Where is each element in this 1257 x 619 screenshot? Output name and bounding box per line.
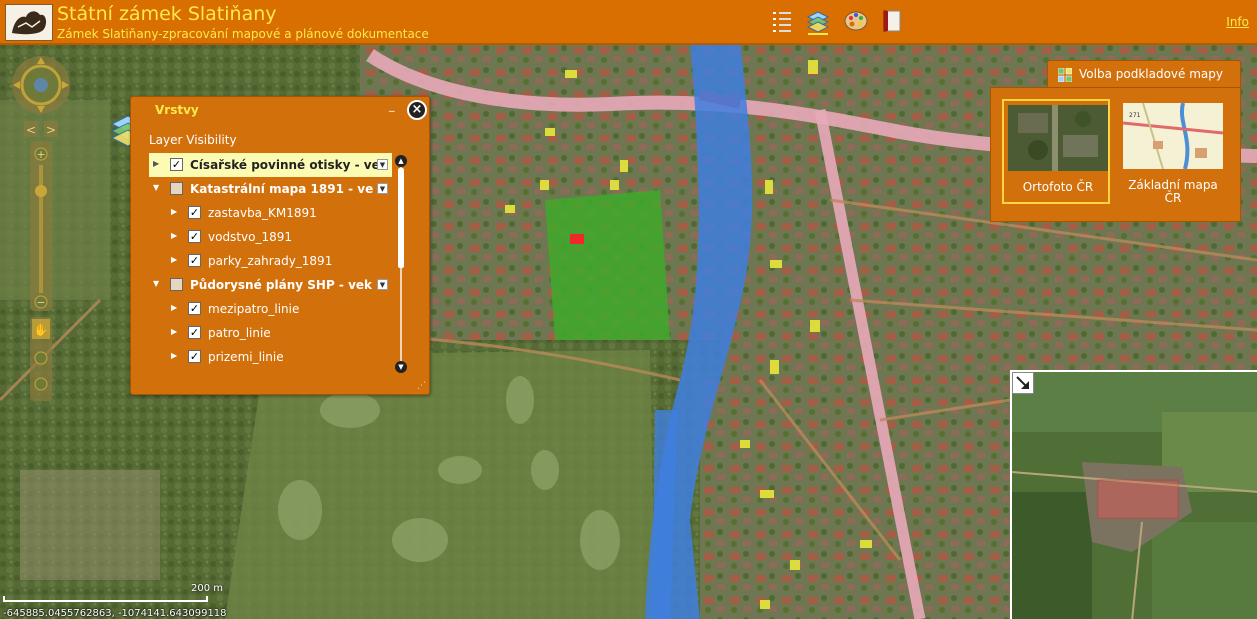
cursor-coordinates: -645885.0455762863, -1074141.643099118 (3, 608, 227, 619)
scroll-thumb[interactable] (398, 168, 404, 268)
layer-row[interactable]: ▶ ✓ zastavba_KM1891 (149, 201, 392, 225)
overview-toggle-icon[interactable] (1012, 372, 1034, 394)
layer-checkbox[interactable]: ✓ (188, 206, 201, 219)
layer-label: mezipatro_linie (208, 302, 300, 316)
layer-options-icon[interactable]: ▼ (377, 183, 388, 194)
expand-arrow-icon[interactable]: ▶ (171, 351, 177, 360)
svg-text:>: > (46, 123, 56, 137)
layer-checkbox[interactable]: ✓ (188, 302, 201, 315)
scale-label: 200 m (191, 583, 224, 594)
expand-arrow-icon[interactable]: ▶ (171, 255, 177, 264)
layers-icon[interactable] (806, 9, 830, 35)
layer-checkbox[interactable] (170, 278, 183, 291)
basemap-panel: Ortofoto ČR 271 Základní mapa ČR (990, 87, 1241, 222)
basemap-option-ortofoto[interactable]: Ortofoto ČR (1002, 99, 1110, 204)
layer-label: vodstvo_1891 (208, 230, 292, 244)
basemap-option-label: Ortofoto ČR (1022, 180, 1094, 194)
expand-arrow-icon[interactable]: ▶ (171, 327, 177, 336)
layer-label: prizemi_linie (208, 350, 284, 364)
page-subtitle: Zámek Slatiňany-zpracování mapové a plán… (57, 27, 429, 41)
svg-text:+: + (36, 148, 45, 161)
layer-options-icon[interactable]: ▼ (377, 159, 388, 170)
expand-arrow-icon[interactable]: ▶ (153, 159, 159, 168)
layer-options-icon[interactable]: ▼ (377, 279, 388, 290)
legend-list-icon[interactable] (770, 9, 794, 33)
basemap-option-label: Základní mapa ČR (1128, 178, 1218, 205)
svg-text:<: < (26, 123, 36, 137)
layer-label: Půdorysné plány SHP - vek (190, 278, 373, 292)
scroll-down-icon[interactable]: ▼ (395, 361, 407, 373)
layer-row[interactable]: ▶ ✓ mezipatro_linie (149, 297, 392, 321)
layer-checkbox[interactable]: ✓ (188, 326, 201, 339)
layer-row[interactable]: ▶ ✓ patro_linie (149, 321, 392, 345)
expand-arrow-icon[interactable]: ▼ (153, 279, 159, 288)
basemap-tab-label: Volba podkladové mapy (1079, 67, 1223, 81)
ortofoto-thumbnail (1008, 105, 1108, 171)
app-header: Státní zámek Slatiňany Zámek Slatiňany-z… (0, 0, 1257, 45)
layers-panel: Vrstvy _ × Layer Visibility ▶ ✓ Císařské… (130, 96, 430, 395)
layer-row[interactable]: ▼ Půdorysné plány SHP - vek ▼ (149, 273, 392, 297)
layer-row[interactable]: ▶ ✓ vodstvo_1891 (149, 225, 392, 249)
svg-text:271: 271 (1129, 112, 1141, 119)
layer-checkbox[interactable]: ✓ (188, 230, 201, 243)
basemap-option-zakladni[interactable]: 271 Základní mapa ČR (1119, 99, 1227, 205)
close-button[interactable]: × (407, 100, 427, 120)
basemap-toggle-button[interactable]: Volba podkladové mapy (1047, 60, 1241, 88)
overview-extent-box (1097, 479, 1179, 519)
expand-arrow-icon[interactable]: ▶ (171, 231, 177, 240)
page-title: Státní zámek Slatiňany (57, 3, 277, 25)
expand-arrow-icon[interactable]: ▶ (171, 207, 177, 216)
layer-label: zastavba_KM1891 (208, 206, 317, 220)
overview-map[interactable] (1010, 370, 1257, 619)
scale-bar (3, 596, 208, 602)
layer-row[interactable]: ▶ ✓ Císařské povinné otisky - ve ▼ (149, 153, 392, 177)
layer-label: parky_zahrady_1891 (208, 254, 333, 268)
expand-arrow-icon[interactable]: ▶ (171, 303, 177, 312)
layer-row[interactable]: ▼ Katastrální mapa 1891 - ve ▼ (149, 177, 392, 201)
layer-row[interactable]: ▶ ✓ prizemi_linie (149, 345, 392, 369)
layer-list-scrollbar[interactable]: ▲ ▼ (395, 155, 407, 373)
minimize-button[interactable]: _ (389, 100, 399, 112)
zakladni-mapa-thumbnail: 271 (1122, 102, 1224, 170)
layer-checkbox[interactable]: ✓ (170, 158, 183, 171)
layer-checkbox[interactable]: ✓ (188, 350, 201, 363)
svg-text:✋: ✋ (34, 323, 49, 337)
layers-panel-title: Vrstvy (155, 103, 199, 117)
layer-visibility-label: Layer Visibility (149, 133, 237, 147)
palette-icon[interactable] (844, 9, 868, 33)
layer-checkbox[interactable] (170, 182, 183, 195)
scroll-up-icon[interactable]: ▲ (395, 155, 407, 167)
info-link[interactable]: Info (1226, 15, 1249, 29)
layer-label: patro_linie (208, 326, 271, 340)
layer-checkbox[interactable]: ✓ (188, 254, 201, 267)
resize-handle-icon[interactable]: ⋰ (417, 382, 427, 392)
layer-list: ▶ ✓ Císařské povinné otisky - ve ▼ ▼ Kat… (149, 153, 392, 378)
grid-icon (1057, 67, 1073, 83)
expand-arrow-icon[interactable]: ▼ (153, 183, 159, 192)
layer-label: Císařské povinné otisky - ve (190, 158, 380, 172)
pan-control (12, 56, 70, 114)
logo (5, 4, 53, 41)
layer-row[interactable]: ▶ ✓ parky_zahrady_1891 (149, 249, 392, 273)
book-icon[interactable] (881, 9, 905, 33)
svg-text:−: − (36, 296, 45, 309)
map-navigation: < > + − ✋ (10, 53, 72, 413)
layer-label: Katastrální mapa 1891 - ve (190, 182, 374, 196)
